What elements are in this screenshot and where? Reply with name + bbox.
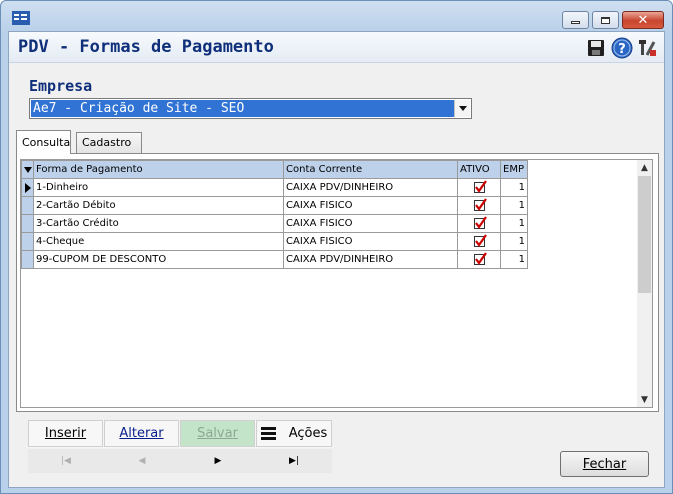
- scroll-thumb[interactable]: [638, 176, 651, 293]
- empresa-label: Empresa: [29, 77, 93, 95]
- acoes-label: Ações: [288, 426, 328, 441]
- salvar-label: Salvar: [197, 426, 238, 441]
- inserir-label: Inserir: [44, 426, 87, 441]
- table-row[interactable]: 2-Cartão Débito CAIXA FISICO 1: [21, 196, 528, 215]
- sort-down-icon: [24, 167, 32, 173]
- cell-conta: CAIXA PDV/DINHEIRO: [283, 178, 458, 197]
- cell-conta: CAIXA FISICO: [283, 232, 458, 251]
- row-indicator: [21, 250, 34, 269]
- payment-table: Forma de Pagamento Conta Corrente ATIVO …: [21, 160, 528, 269]
- table-row[interactable]: 3-Cartão Crédito CAIXA FISICO 1: [21, 214, 528, 233]
- svg-text:?: ?: [618, 42, 626, 57]
- cell-conta: CAIXA FISICO: [283, 196, 458, 215]
- cell-forma: 4-Cheque: [33, 232, 284, 251]
- cell-forma: 1-Dinheiro: [33, 178, 284, 197]
- table-row[interactable]: 99-CUPOM DE DESCONTO CAIXA PDV/DINHEIRO …: [21, 250, 528, 269]
- vertical-scrollbar[interactable]: ▲ ▼: [637, 160, 652, 407]
- first-record-icon[interactable]: |◀: [28, 449, 104, 473]
- column-header-emp[interactable]: EMP: [500, 160, 528, 179]
- minimize-button[interactable]: [562, 11, 589, 29]
- tab-consulta[interactable]: Consulta: [16, 130, 71, 154]
- empresa-selected-value: Ae7 - Criação de Site - SEO: [31, 100, 454, 117]
- row-indicator: [21, 214, 34, 233]
- chevron-down-icon[interactable]: [454, 100, 470, 117]
- app-logo-icon: [12, 11, 30, 25]
- scroll-up-icon[interactable]: ▲: [637, 160, 652, 175]
- cell-forma: 3-Cartão Crédito: [33, 214, 284, 233]
- titlebar[interactable]: ✕: [1, 1, 672, 31]
- cell-conta: CAIXA FISICO: [283, 214, 458, 233]
- cell-emp: 1: [500, 178, 528, 197]
- cell-emp: 1: [500, 250, 528, 269]
- indicator-header[interactable]: [21, 160, 34, 179]
- column-header-conta[interactable]: Conta Corrente: [283, 160, 458, 179]
- inserir-button[interactable]: Inserir: [28, 420, 103, 447]
- action-toolbar: Inserir Alterar Salvar Ações: [28, 420, 332, 448]
- record-navigator: |◀ ◀ ▶ ▶|: [28, 449, 332, 473]
- alterar-label: Alterar: [119, 426, 164, 441]
- check-icon: [473, 216, 487, 229]
- cell-conta: CAIXA PDV/DINHEIRO: [283, 250, 458, 269]
- cell-emp: 1: [500, 214, 528, 233]
- close-button[interactable]: ✕: [622, 11, 664, 29]
- alterar-button[interactable]: Alterar: [104, 420, 179, 447]
- save-icon[interactable]: [587, 39, 605, 57]
- check-icon: [473, 234, 487, 247]
- column-header-ativo[interactable]: ATIVO: [457, 160, 501, 179]
- tools-icon[interactable]: [639, 39, 657, 57]
- minimize-icon: [563, 12, 588, 28]
- salvar-button[interactable]: Salvar: [180, 420, 255, 447]
- close-icon: ✕: [637, 12, 649, 28]
- maximize-button[interactable]: [592, 11, 619, 29]
- table-header-row: Forma de Pagamento Conta Corrente ATIVO …: [21, 160, 528, 179]
- payment-grid[interactable]: Forma de Pagamento Conta Corrente ATIVO …: [20, 159, 653, 408]
- row-indicator: [21, 178, 34, 197]
- table-row[interactable]: 4-Cheque CAIXA FISICO 1: [21, 232, 528, 251]
- row-indicator: [21, 232, 34, 251]
- check-icon: [473, 180, 487, 193]
- cell-emp: 1: [500, 196, 528, 215]
- current-row-icon: [25, 183, 31, 193]
- cell-forma: 2-Cartão Débito: [33, 196, 284, 215]
- cell-ativo[interactable]: [457, 178, 501, 197]
- client-area: PDV - Formas de Pagamento ? Empresa Ae7 …: [8, 31, 665, 488]
- next-record-icon[interactable]: ▶: [180, 449, 256, 473]
- cell-forma: 99-CUPOM DE DESCONTO: [33, 250, 284, 269]
- grid-body: Forma de Pagamento Conta Corrente ATIVO …: [21, 160, 639, 407]
- page-title: PDV - Formas de Pagamento: [18, 37, 274, 57]
- scroll-down-icon[interactable]: ▼: [637, 392, 652, 407]
- tab-cadastro[interactable]: Cadastro: [76, 132, 142, 153]
- last-record-icon[interactable]: ▶|: [256, 449, 332, 473]
- fechar-label: Fechar: [582, 456, 627, 472]
- prior-record-icon[interactable]: ◀: [104, 449, 180, 473]
- table-row[interactable]: 1-Dinheiro CAIXA PDV/DINHEIRO 1: [21, 178, 528, 197]
- maximize-icon: [593, 12, 618, 28]
- app-window: ✕ PDV - Formas de Pagamento ? Empresa Ae…: [0, 0, 673, 494]
- empresa-select[interactable]: Ae7 - Criação de Site - SEO: [29, 98, 472, 119]
- cell-emp: 1: [500, 232, 528, 251]
- cell-ativo[interactable]: [457, 196, 501, 215]
- check-icon: [473, 198, 487, 211]
- column-header-forma[interactable]: Forma de Pagamento: [33, 160, 284, 179]
- row-indicator: [21, 196, 34, 215]
- fechar-button[interactable]: Fechar: [560, 451, 649, 477]
- consulta-panel: Forma de Pagamento Conta Corrente ATIVO …: [16, 153, 659, 412]
- header-bar: PDV - Formas de Pagamento ?: [9, 32, 664, 63]
- check-icon: [473, 252, 487, 265]
- menu-icon: [260, 425, 276, 442]
- cell-ativo[interactable]: [457, 250, 501, 269]
- help-icon[interactable]: ?: [611, 37, 633, 59]
- acoes-button[interactable]: Ações: [256, 420, 332, 447]
- cell-ativo[interactable]: [457, 232, 501, 251]
- cell-ativo[interactable]: [457, 214, 501, 233]
